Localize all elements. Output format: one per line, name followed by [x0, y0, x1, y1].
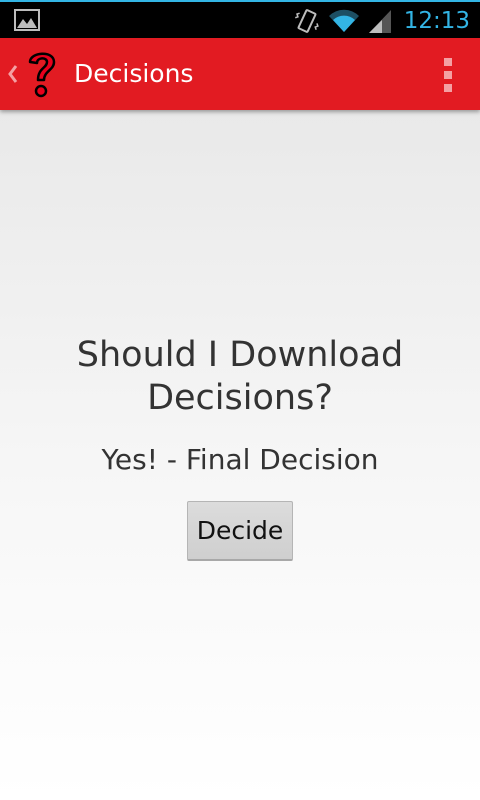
status-icons: 12:13 — [294, 2, 480, 40]
vibrate-icon — [294, 8, 320, 34]
action-bar: Decisions — [0, 38, 480, 110]
decision-result: Yes! - Final Decision — [101, 443, 379, 476]
overflow-dot — [444, 84, 452, 92]
wifi-icon — [328, 8, 360, 34]
app-title: Decisions — [74, 59, 194, 88]
question-text: Should I Download Decisions? — [76, 335, 404, 418]
decide-button[interactable]: Decide — [187, 501, 293, 561]
up-chevron-icon[interactable] — [6, 62, 20, 86]
overflow-dot — [444, 71, 452, 79]
signal-icon — [368, 8, 392, 34]
main-content: Should I Download Decisions? Yes! - Fina… — [0, 110, 480, 800]
question-mark-icon[interactable] — [24, 48, 60, 100]
status-time: 12:13 — [403, 8, 470, 34]
status-bar: 12:13 — [0, 0, 480, 38]
overflow-menu-icon[interactable] — [442, 58, 454, 92]
gallery-notification-icon — [14, 9, 40, 31]
overflow-dot — [444, 58, 452, 66]
